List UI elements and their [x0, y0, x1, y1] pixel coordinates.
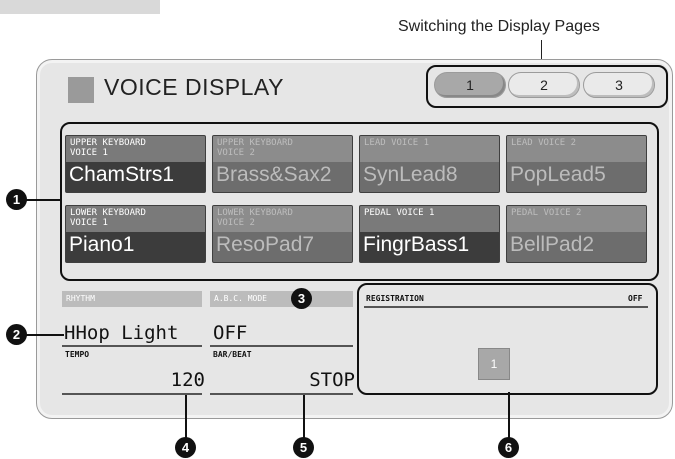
marker-5-line [303, 395, 305, 439]
title-square-icon [68, 77, 94, 103]
voice-name: ResoPad7 [216, 233, 315, 256]
voice-category-label: UPPER KEYBOARD VOICE 1 [70, 138, 146, 158]
voice-category-label: LOWER KEYBOARD VOICE 1 [70, 208, 146, 228]
rhythm-value[interactable]: HHop Light [64, 322, 178, 344]
tempo-label: TEMPO [65, 350, 90, 359]
abc-underline [210, 345, 353, 347]
marker-4-line [185, 395, 187, 439]
voice-category-label: UPPER KEYBOARD VOICE 2 [217, 138, 293, 158]
page-title: VOICE DISPLAY [104, 74, 284, 100]
bar-beat-value[interactable]: STOP [280, 369, 355, 391]
abc-mode-label-bar: A.B.C. MODE [210, 291, 353, 307]
voice-category-label: LEAD VOICE 2 [511, 138, 577, 148]
voice-button-7[interactable]: PEDAL VOICE 1 FingrBass1 [359, 205, 500, 263]
voice-button-4[interactable]: LEAD VOICE 2 PopLead5 [506, 135, 647, 193]
voice-button-8[interactable]: PEDAL VOICE 2 BellPad2 [506, 205, 647, 263]
page-button-2[interactable]: 2 [508, 72, 580, 98]
registration-underline [364, 306, 648, 308]
abc-mode-label: A.B.C. MODE [214, 294, 267, 303]
voice-name: SynLead8 [363, 163, 458, 186]
marker-2: 2 [6, 324, 27, 345]
abc-mode-value[interactable]: OFF [213, 322, 247, 344]
marker-6-line [508, 392, 510, 439]
page-button-1[interactable]: 1 [434, 72, 506, 98]
top-tab [0, 0, 160, 14]
registration-button-1[interactable]: 1 [478, 348, 510, 380]
voice-name: BellPad2 [510, 233, 595, 256]
voice-button-6[interactable]: LOWER KEYBOARD VOICE 2 ResoPad7 [212, 205, 353, 263]
voice-button-5[interactable]: LOWER KEYBOARD VOICE 1 Piano1 [65, 205, 206, 263]
voice-category-label: LOWER KEYBOARD VOICE 2 [217, 208, 293, 228]
rhythm-label: RHYTHM [66, 294, 95, 303]
caption-switching-pages: Switching the Display Pages [398, 18, 600, 35]
voice-button-1[interactable]: UPPER KEYBOARD VOICE 1 ChamStrs1 [65, 135, 206, 193]
marker-1-line [22, 199, 60, 201]
marker-4: 4 [175, 437, 196, 458]
bar-beat-underline [210, 393, 353, 395]
marker-3: 3 [291, 288, 312, 309]
caption-leader-line [541, 40, 542, 60]
voice-name: Brass&Sax2 [216, 163, 332, 186]
voice-name: ChamStrs1 [69, 163, 175, 186]
voice-button-2[interactable]: UPPER KEYBOARD VOICE 2 Brass&Sax2 [212, 135, 353, 193]
marker-5: 5 [293, 437, 314, 458]
tempo-underline [62, 393, 202, 395]
voice-category-label: PEDAL VOICE 2 [511, 208, 582, 218]
marker-1: 1 [6, 189, 27, 210]
voice-category-label: PEDAL VOICE 1 [364, 208, 435, 218]
page-button-3[interactable]: 3 [583, 72, 655, 98]
voice-name: Piano1 [69, 233, 135, 256]
marker-2-line [22, 334, 64, 336]
voice-name: FingrBass1 [363, 233, 470, 256]
tempo-value[interactable]: 120 [130, 369, 205, 391]
marker-6: 6 [498, 437, 519, 458]
rhythm-underline [62, 345, 202, 347]
voice-button-3[interactable]: LEAD VOICE 1 SynLead8 [359, 135, 500, 193]
registration-label: REGISTRATION [366, 294, 424, 303]
rhythm-label-bar: RHYTHM [62, 291, 202, 307]
bar-beat-label: BAR/BEAT [213, 350, 252, 359]
voice-name: PopLead5 [510, 163, 606, 186]
registration-status: OFF [628, 294, 643, 303]
voice-category-label: LEAD VOICE 1 [364, 138, 430, 148]
